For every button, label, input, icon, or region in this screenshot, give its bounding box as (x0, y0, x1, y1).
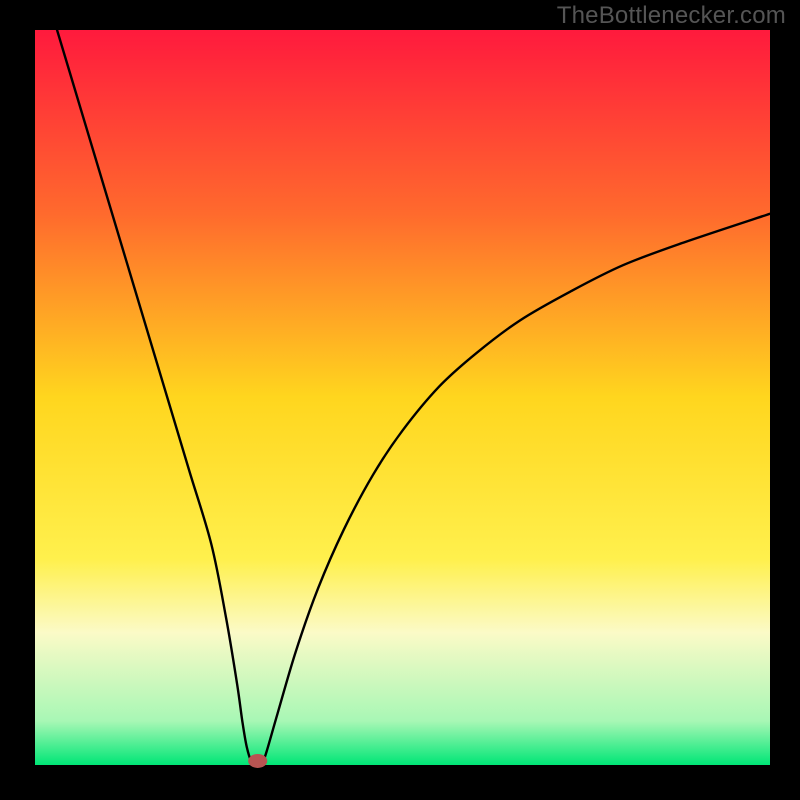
chart-container: TheBottlenecker.com (0, 0, 800, 800)
watermark-label: TheBottlenecker.com (557, 2, 786, 30)
bottleneck-chart (0, 0, 800, 800)
